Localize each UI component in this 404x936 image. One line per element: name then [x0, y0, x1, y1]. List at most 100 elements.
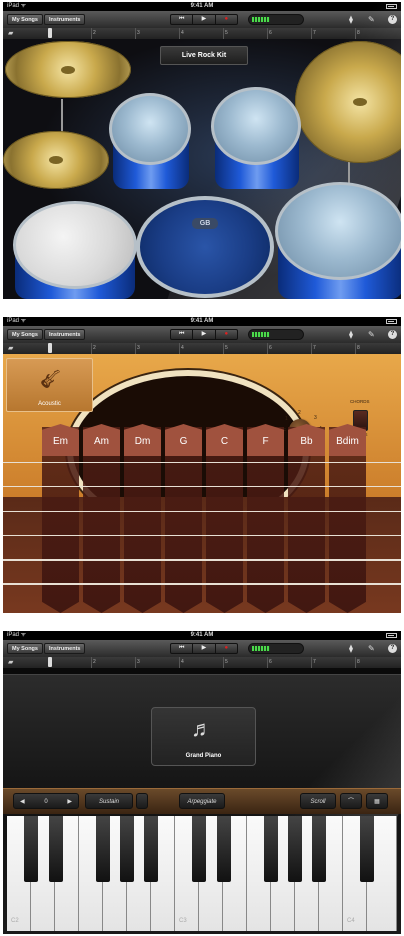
my-songs-button[interactable]: My Songs — [7, 329, 43, 340]
ruler-tick: 6 — [267, 657, 272, 668]
black-key[interactable] — [264, 816, 278, 882]
guitar-icon: 🎸︎ — [39, 369, 62, 389]
tracks-view-icon[interactable]: ▰ — [8, 345, 13, 352]
playhead[interactable] — [48, 343, 52, 353]
mixer-icon[interactable]: ⧫ — [349, 643, 353, 654]
ruler-tick: 5 — [223, 657, 228, 668]
ruler-tick: 6 — [267, 343, 272, 354]
arpeggiator-button[interactable]: Arpeggiate — [179, 793, 225, 809]
black-key[interactable] — [120, 816, 134, 882]
help-icon[interactable]: ? — [388, 330, 397, 339]
rewind-icon[interactable]: ⏮ — [171, 330, 194, 339]
timeline-ruler[interactable]: ▰ 2 3 4 5 6 7 8 — [3, 343, 401, 354]
ruler-tick: 5 — [223, 28, 228, 39]
black-key[interactable] — [24, 816, 38, 882]
chord-f[interactable]: F — [247, 424, 284, 456]
record-icon[interactable]: ● — [216, 330, 237, 339]
instruments-button[interactable]: Instruments — [44, 643, 86, 654]
tom-left[interactable] — [109, 93, 191, 165]
black-key[interactable] — [217, 816, 231, 882]
tracks-view-icon[interactable]: ▰ — [8, 659, 13, 666]
play-icon[interactable]: ▶ — [193, 330, 216, 339]
black-key[interactable] — [288, 816, 302, 882]
keyboard-layout-icon[interactable]: ▦ — [366, 793, 388, 809]
instruments-button[interactable]: Instruments — [44, 329, 86, 340]
tracks-view-icon[interactable]: ▰ — [8, 30, 13, 37]
floor-tom[interactable] — [275, 182, 401, 280]
playhead[interactable] — [48, 657, 52, 667]
guitar-string[interactable] — [3, 462, 401, 463]
wrench-icon[interactable]: ✎ — [368, 329, 375, 340]
guitar-string[interactable] — [3, 486, 401, 487]
black-key[interactable] — [192, 816, 206, 882]
chord-dm[interactable]: Dm — [124, 424, 161, 456]
instrument-selector[interactable]: ♬ Grand Piano — [151, 707, 256, 766]
black-key[interactable] — [360, 816, 374, 882]
kick-drum[interactable]: GB — [136, 196, 274, 298]
battery-icon — [386, 633, 397, 638]
wrench-icon[interactable]: ✎ — [368, 643, 375, 654]
black-key[interactable] — [96, 816, 110, 882]
knob-label: 2 — [298, 410, 301, 416]
chord-em[interactable]: Em — [42, 424, 79, 456]
record-icon[interactable]: ● — [216, 644, 237, 653]
timeline-ruler[interactable]: ▰ 2 3 4 5 6 7 8 — [3, 657, 401, 668]
guitar-string[interactable] — [3, 511, 401, 512]
level-meter[interactable] — [248, 643, 304, 654]
guitar-string[interactable] — [3, 559, 401, 561]
crash-cymbal[interactable] — [5, 41, 131, 98]
piano: ♬ Grand Piano ◀ 0 ▶ Sustain Arpeggiate S… — [3, 668, 401, 934]
octave-value: 0 — [44, 799, 48, 805]
status-bar: iPad ᯤ 9:41 AM — [3, 631, 401, 640]
chord-bb[interactable]: Bb — [288, 424, 325, 456]
kit-name-button[interactable]: Live Rock Kit — [160, 46, 248, 65]
my-songs-button[interactable]: My Songs — [7, 643, 43, 654]
ruler-tick: 2 — [91, 28, 96, 39]
chords-label: CHORDS — [350, 399, 370, 404]
rewind-icon[interactable]: ⏮ — [171, 15, 194, 24]
help-icon[interactable]: ? — [388, 644, 397, 653]
glissando-icon[interactable]: ⌒ — [340, 793, 362, 809]
play-icon[interactable]: ▶ — [193, 15, 216, 24]
playhead[interactable] — [48, 28, 52, 38]
octave-stepper[interactable]: ◀ 0 ▶ — [13, 793, 79, 809]
rewind-icon[interactable]: ⏮ — [171, 644, 194, 653]
tom-right[interactable] — [211, 87, 301, 165]
sustain-indicator — [136, 793, 148, 809]
octave-up-icon[interactable]: ▶ — [67, 794, 72, 808]
guitar-string[interactable] — [3, 583, 401, 585]
black-key[interactable] — [312, 816, 326, 882]
scroll-button[interactable]: Scroll — [300, 793, 336, 809]
ruler-tick: 4 — [179, 657, 184, 668]
battery-icon — [386, 319, 397, 324]
black-key[interactable] — [144, 816, 158, 882]
ruler-tick: 2 — [91, 343, 96, 354]
gb-logo: GB — [192, 218, 218, 229]
drums-screen: iPad ᯤ 9:41 AM My Songs Instruments ⏮ ▶ … — [3, 2, 401, 299]
instruments-button[interactable]: Instruments — [44, 14, 86, 25]
black-key[interactable] — [49, 816, 63, 882]
toolbar: My Songs Instruments ⏮ ▶ ● ⧫ ✎ ? — [3, 640, 401, 658]
ruler-tick: 7 — [311, 657, 316, 668]
toolbar: My Songs Instruments ⏮ ▶ ● ⧫ ✎ ? — [3, 326, 401, 344]
my-songs-button[interactable]: My Songs — [7, 14, 43, 25]
clock: 9:41 AM — [190, 318, 214, 324]
play-icon[interactable]: ▶ — [193, 644, 216, 653]
mixer-icon[interactable]: ⧫ — [349, 329, 353, 340]
ruler-tick: 3 — [135, 657, 140, 668]
hihat-cymbal[interactable] — [3, 131, 109, 189]
ruler-tick: 8 — [355, 343, 360, 354]
level-meter[interactable] — [248, 329, 304, 340]
chord-bdim[interactable]: Bdim — [329, 424, 366, 456]
guitar-screen: iPad ᯤ 9:41 AM My Songs Instruments ⏮ ▶ … — [3, 317, 401, 613]
chord-c[interactable]: C — [206, 424, 243, 456]
guitar-string[interactable] — [3, 535, 401, 536]
snare-drum[interactable] — [13, 201, 137, 289]
sustain-button[interactable]: Sustain — [85, 793, 133, 809]
ruler-tick: 3 — [135, 28, 140, 39]
record-icon[interactable]: ● — [216, 15, 237, 24]
octave-down-icon[interactable]: ◀ — [20, 794, 25, 808]
chord-am[interactable]: Am — [83, 424, 120, 456]
instrument-selector[interactable]: 🎸︎ Acoustic — [6, 358, 93, 412]
chord-g[interactable]: G — [165, 424, 202, 456]
